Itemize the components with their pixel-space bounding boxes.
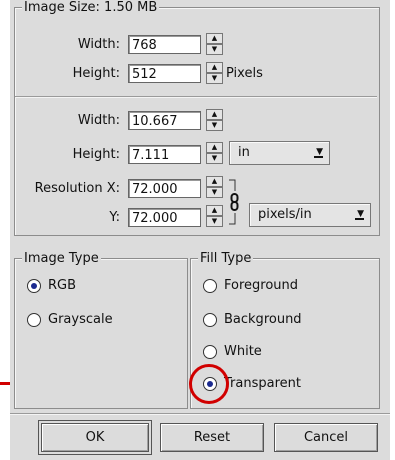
resolution-x-label: Resolution X: (34, 181, 120, 196)
resolution-unit-value: pixels/in (258, 207, 312, 222)
spin-up-icon[interactable]: ▲ (206, 109, 223, 120)
print-unit-select[interactable]: in ▼ (229, 141, 330, 165)
resolution-unit-select[interactable]: pixels/in ▼ (249, 203, 371, 227)
spin-down-icon[interactable]: ▼ (206, 216, 223, 227)
fill-type-legend: Fill Type (198, 251, 254, 266)
pixel-width-spinner[interactable]: ▲ ▼ (206, 33, 223, 55)
button-area-separator (10, 413, 390, 415)
print-height-input[interactable]: 7.111 (128, 145, 201, 164)
radio-unselected-icon[interactable] (27, 313, 41, 327)
spin-up-icon[interactable]: ▲ (206, 142, 223, 153)
spin-down-icon[interactable]: ▼ (206, 44, 223, 55)
pixel-width-label: Width: (77, 37, 120, 52)
reset-button[interactable]: Reset (160, 423, 264, 452)
ok-button[interactable]: OK (38, 420, 152, 455)
image-size-separator (15, 96, 377, 98)
radio-unselected-icon[interactable] (203, 345, 217, 359)
radio-unselected-icon[interactable] (203, 279, 217, 293)
red-highlight-circle-icon (189, 364, 229, 404)
image-type-legend: Image Type (22, 251, 101, 266)
print-width-input[interactable]: 10.667 (128, 111, 201, 130)
pixel-height-input[interactable]: 512 (128, 64, 201, 83)
spin-down-icon[interactable]: ▼ (206, 120, 223, 131)
image-type-frame (14, 258, 188, 409)
print-unit-value: in (238, 145, 250, 160)
resolution-y-label: Y: (109, 210, 120, 225)
print-height-spinner[interactable]: ▲ ▼ (206, 142, 223, 164)
resolution-y-spinner[interactable]: ▲ ▼ (206, 205, 223, 227)
print-width-label: Width: (77, 113, 120, 128)
resolution-y-input[interactable]: 72.000 (128, 208, 201, 227)
spin-down-icon[interactable]: ▼ (206, 187, 223, 198)
cancel-button[interactable]: Cancel (274, 423, 378, 452)
pixel-height-spinner[interactable]: ▲ ▼ (206, 62, 223, 84)
chain-link-icon[interactable] (227, 177, 241, 227)
image-size-legend: Image Size: 1.50 MB (22, 0, 160, 15)
spin-up-icon[interactable]: ▲ (206, 176, 223, 187)
new-image-dialog: Image Size: 1.50 MB Width: 768 ▲ ▼ Heigh… (10, 0, 390, 460)
resolution-x-input[interactable]: 72.000 (128, 179, 201, 198)
spin-up-icon[interactable]: ▲ (206, 33, 223, 44)
dropdown-bar-icon (355, 218, 364, 220)
print-height-label: Height: (72, 147, 120, 162)
print-width-spinner[interactable]: ▲ ▼ (206, 109, 223, 131)
dropdown-bar-icon (314, 156, 323, 158)
spin-up-icon[interactable]: ▲ (206, 205, 223, 216)
pixel-height-label: Height: (72, 66, 120, 81)
radio-selected-icon[interactable] (27, 279, 41, 293)
pixel-width-input[interactable]: 768 (128, 35, 201, 54)
pixel-unit-label: Pixels (226, 66, 263, 81)
spin-down-icon[interactable]: ▼ (206, 153, 223, 164)
radio-unselected-icon[interactable] (203, 313, 217, 327)
resolution-x-spinner[interactable]: ▲ ▼ (206, 176, 223, 198)
spin-down-icon[interactable]: ▼ (206, 73, 223, 84)
spin-up-icon[interactable]: ▲ (206, 62, 223, 73)
